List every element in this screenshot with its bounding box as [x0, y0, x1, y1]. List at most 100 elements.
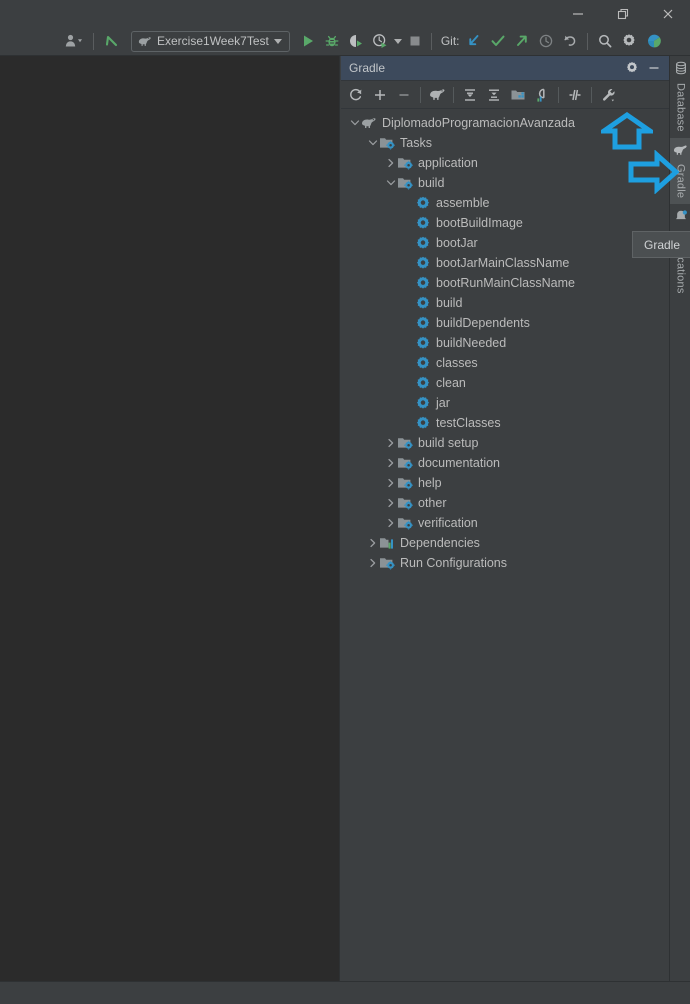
- editor-area[interactable]: [0, 56, 340, 981]
- tree-node-toggle[interactable]: [385, 433, 397, 453]
- tree-node-label: documentation: [418, 456, 501, 470]
- chevron-down-icon: [393, 38, 402, 44]
- tree-node-toggle[interactable]: [385, 473, 397, 493]
- tree-node-testclasses[interactable]: testClasses: [341, 413, 669, 433]
- tree-node-bootbuildimage[interactable]: bootBuildImage: [341, 213, 669, 233]
- dependencies-analyzer-button[interactable]: [530, 83, 554, 107]
- tree-node-documentation[interactable]: documentation: [341, 453, 669, 473]
- tree-node-buildneeded[interactable]: buildNeeded: [341, 333, 669, 353]
- chevron-right-icon: [370, 558, 376, 568]
- task-folder-icon: [398, 498, 413, 510]
- tree-node-toggle[interactable]: [385, 453, 397, 473]
- tree-node-toggle[interactable]: [349, 113, 361, 133]
- link-gradle-project-button[interactable]: [368, 83, 392, 107]
- gear-task-icon: [416, 296, 430, 309]
- tree-node-toggle[interactable]: [385, 153, 397, 173]
- profiler-dropdown[interactable]: [392, 27, 404, 56]
- tree-node-label: build: [418, 176, 445, 190]
- right-tool-window-stripe: Database Gradle Notifications: [669, 56, 690, 981]
- task-folder-icon: [398, 458, 413, 470]
- git-history-button[interactable]: [534, 27, 558, 56]
- tree-node-bootrunmainclassname[interactable]: bootRunMainClassName: [341, 273, 669, 293]
- tree-node-toggle[interactable]: [385, 513, 397, 533]
- close-button[interactable]: [645, 0, 690, 27]
- reload-all-gradle-projects-button[interactable]: [344, 83, 368, 107]
- tree-node-help[interactable]: help: [341, 473, 669, 493]
- tree-node-assemble[interactable]: assemble: [341, 193, 669, 213]
- debug-button[interactable]: [320, 27, 344, 56]
- tree-node-spacer: [403, 273, 415, 293]
- collapse-all-button[interactable]: [482, 83, 506, 107]
- tree-node-label: DiplomadoProgramacionAvanzada: [382, 116, 575, 130]
- search-everywhere-button[interactable]: [593, 27, 617, 56]
- tree-node-label: Run Configurations: [400, 556, 508, 570]
- stripe-button-label: Database: [674, 83, 687, 132]
- stripe-button-database[interactable]: Database: [670, 56, 690, 138]
- tree-node-toggle[interactable]: [367, 133, 379, 153]
- minimize-button[interactable]: [555, 0, 600, 27]
- tree-node-jar[interactable]: jar: [341, 393, 669, 413]
- maximize-button[interactable]: [600, 0, 645, 27]
- task-folder-icon: [397, 435, 413, 451]
- gradle-elephant-icon: [138, 36, 151, 46]
- tree-node-clean[interactable]: clean: [341, 373, 669, 393]
- gradle-tree[interactable]: DiplomadoProgramacionAvanzada Tasks applic…: [341, 109, 669, 573]
- gradle-toolbar-separator-3: [558, 86, 559, 103]
- git-rollback-button[interactable]: [558, 27, 582, 56]
- git-label: Git:: [440, 34, 460, 48]
- gradle-tool-window-header: Gradle: [341, 56, 669, 81]
- gradle-settings-button[interactable]: [621, 57, 643, 79]
- tree-node-toggle[interactable]: [385, 493, 397, 513]
- tree-node-verification[interactable]: verification: [341, 513, 669, 533]
- tree-node-spacer: [403, 373, 415, 393]
- tree-node-toggle[interactable]: [367, 553, 379, 573]
- run-button[interactable]: [296, 27, 320, 56]
- toggle-tasks-grouping-button[interactable]: [563, 83, 587, 107]
- update-project-button[interactable]: [99, 27, 125, 56]
- gear-task-icon: [416, 376, 430, 389]
- profiler-button[interactable]: [368, 27, 392, 56]
- detach-external-project-button[interactable]: [392, 83, 416, 107]
- tree-node-run-configurations[interactable]: Run Configurations: [341, 553, 669, 573]
- tree-node-builddependents[interactable]: buildDependents: [341, 313, 669, 333]
- task-folder-icon: [397, 175, 413, 191]
- git-update-button[interactable]: [462, 27, 486, 56]
- git-push-button[interactable]: [510, 27, 534, 56]
- execute-gradle-task-button[interactable]: [425, 83, 449, 107]
- tree-node-build[interactable]: build: [341, 293, 669, 313]
- user-menu-button[interactable]: [60, 27, 88, 56]
- tree-node-spacer: [403, 333, 415, 353]
- toolbar-separator-2: [430, 32, 432, 50]
- tree-node-toggle[interactable]: [385, 173, 397, 193]
- tree-node-build[interactable]: build: [341, 173, 669, 193]
- run-with-coverage-button[interactable]: [344, 27, 368, 56]
- run-configuration-selector[interactable]: Exercise1Week7Test: [125, 27, 296, 56]
- tooltip-text: Gradle: [644, 237, 681, 252]
- expand-all-button[interactable]: [458, 83, 482, 107]
- notifications-icon: [675, 210, 687, 220]
- tree-node-label: Tasks: [400, 136, 432, 150]
- tree-node-bootjarmainclassname[interactable]: bootJarMainClassName: [341, 253, 669, 273]
- task-folder-icon: [398, 438, 413, 450]
- task-folder-icon: [397, 455, 413, 471]
- tree-node-classes[interactable]: classes: [341, 353, 669, 373]
- build-tool-settings-button[interactable]: [596, 83, 620, 107]
- task-folder-icon: [398, 178, 413, 190]
- tree-node-label: bootBuildImage: [436, 216, 523, 230]
- ide-logo-icon[interactable]: [641, 27, 667, 56]
- stop-button[interactable]: [404, 27, 426, 56]
- tree-node-bootjar[interactable]: bootJar: [341, 233, 669, 253]
- tree-node-other[interactable]: other: [341, 493, 669, 513]
- settings-button[interactable]: [617, 27, 641, 56]
- tree-node-application[interactable]: application: [341, 153, 669, 173]
- gear-task-icon: [416, 356, 430, 369]
- tree-node-toggle[interactable]: [367, 533, 379, 553]
- project-folder-button[interactable]: [506, 83, 530, 107]
- gradle-elephant-icon: [361, 115, 377, 131]
- tree-node-spacer: [403, 413, 415, 433]
- git-commit-button[interactable]: [486, 27, 510, 56]
- tree-node-dependencies[interactable]: Dependencies: [341, 533, 669, 553]
- toolbar-separator-1: [93, 32, 94, 50]
- tree-node-build-setup[interactable]: build setup: [341, 433, 669, 453]
- gradle-hide-button[interactable]: [643, 57, 665, 79]
